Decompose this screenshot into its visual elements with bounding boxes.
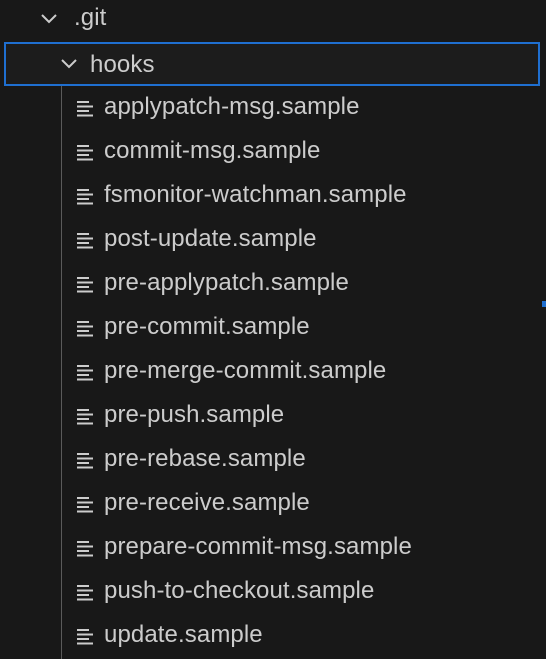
tree-file-item[interactable]: prepare-commit-msg.sample bbox=[0, 526, 546, 570]
file-label: pre-commit.sample bbox=[104, 313, 310, 340]
file-lines-icon bbox=[76, 362, 94, 382]
tree-file-item[interactable]: pre-commit.sample bbox=[0, 306, 546, 350]
tree-file-item[interactable]: post-update.sample bbox=[0, 218, 546, 262]
tree-file-item[interactable]: pre-rebase.sample bbox=[0, 438, 546, 482]
folder-label: .git bbox=[74, 4, 107, 31]
tree-folder-git[interactable]: .git bbox=[0, 0, 546, 40]
file-lines-icon bbox=[76, 494, 94, 514]
tree-file-item[interactable]: pre-receive.sample bbox=[0, 482, 546, 526]
file-lines-icon bbox=[76, 186, 94, 206]
scrollbar-marker[interactable] bbox=[542, 301, 546, 307]
tree-file-item[interactable]: pre-merge-commit.sample bbox=[0, 350, 546, 394]
file-label: prepare-commit-msg.sample bbox=[104, 533, 412, 560]
tree-file-item[interactable]: push-to-checkout.sample bbox=[0, 570, 546, 614]
chevron-down-icon[interactable] bbox=[38, 8, 60, 30]
tree-file-item[interactable]: pre-push.sample bbox=[0, 394, 546, 438]
file-lines-icon bbox=[76, 98, 94, 118]
file-label: pre-applypatch.sample bbox=[104, 269, 349, 296]
chevron-down-icon[interactable] bbox=[58, 53, 80, 75]
file-label: post-update.sample bbox=[104, 225, 317, 252]
file-label: pre-rebase.sample bbox=[104, 445, 306, 472]
tree-file-item[interactable]: pre-applypatch.sample bbox=[0, 262, 546, 306]
tree-file-item[interactable]: fsmonitor-watchman.sample bbox=[0, 174, 546, 218]
file-lines-icon bbox=[76, 582, 94, 602]
file-lines-icon bbox=[76, 450, 94, 470]
file-label: fsmonitor-watchman.sample bbox=[104, 181, 407, 208]
file-label: pre-receive.sample bbox=[104, 489, 310, 516]
tree-folder-hooks[interactable]: hooks bbox=[4, 42, 540, 86]
file-lines-icon bbox=[76, 318, 94, 338]
file-lines-icon bbox=[76, 230, 94, 250]
file-lines-icon bbox=[76, 626, 94, 646]
file-label: pre-merge-commit.sample bbox=[104, 357, 387, 384]
tree-file-item[interactable]: commit-msg.sample bbox=[0, 130, 546, 174]
tree-file-item[interactable]: update.sample bbox=[0, 614, 546, 658]
tree-file-item[interactable]: applypatch-msg.sample bbox=[0, 86, 546, 130]
file-lines-icon bbox=[76, 406, 94, 426]
file-lines-icon bbox=[76, 142, 94, 162]
file-explorer-tree: .git hooks applypatch-msg.sample commit-m… bbox=[0, 0, 546, 659]
file-lines-icon bbox=[76, 274, 94, 294]
file-label: pre-push.sample bbox=[104, 401, 285, 428]
folder-label: hooks bbox=[90, 51, 155, 78]
file-lines-icon bbox=[76, 538, 94, 558]
file-label: commit-msg.sample bbox=[104, 137, 321, 164]
file-label: push-to-checkout.sample bbox=[104, 577, 375, 604]
file-label: update.sample bbox=[104, 621, 263, 648]
file-label: applypatch-msg.sample bbox=[104, 93, 360, 120]
